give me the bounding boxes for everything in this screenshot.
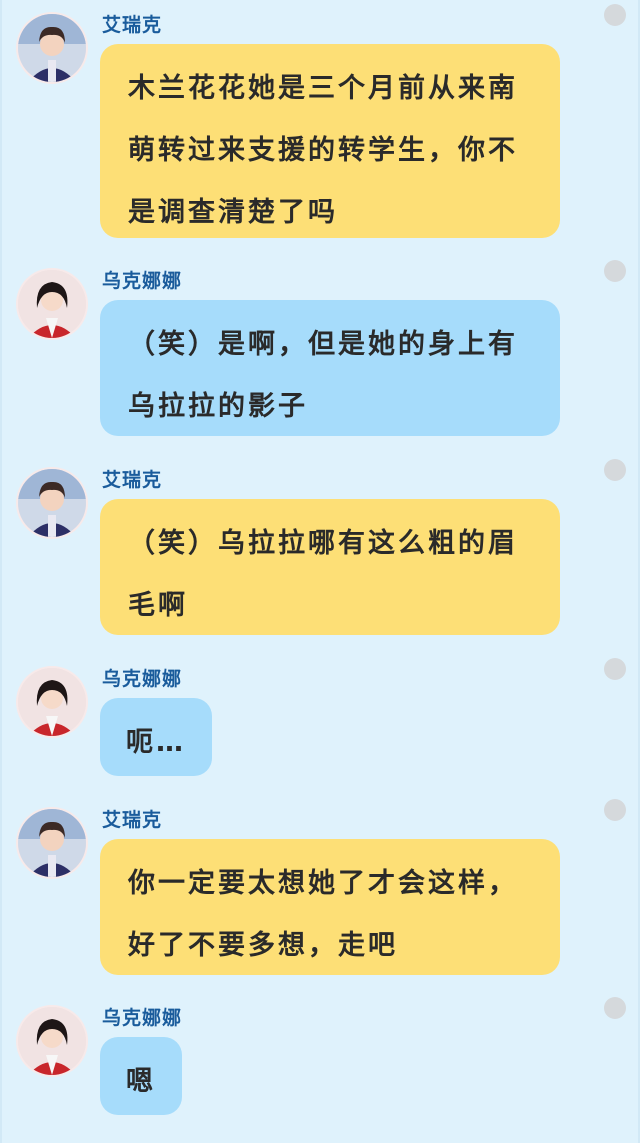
chat-message: 艾瑞克 木兰花花她是三个月前从来南萌转过来支援的转学生，你不是调查清楚了吗 xyxy=(0,0,640,250)
message-status-dot xyxy=(604,658,626,680)
message-bubble: 木兰花花她是三个月前从来南萌转过来支援的转学生，你不是调查清楚了吗 xyxy=(100,44,560,238)
message-status-dot xyxy=(604,260,626,282)
message-bubble: 你一定要太想她了才会这样，好了不要多想，走吧 xyxy=(100,839,560,975)
sender-name: 乌克娜娜 xyxy=(102,668,183,690)
chat-message: 乌克娜娜 （笑）是啊，但是她的身上有乌拉拉的影子 xyxy=(0,256,640,446)
message-bubble: （笑）是啊，但是她的身上有乌拉拉的影子 xyxy=(100,300,560,436)
avatar[interactable] xyxy=(18,1007,86,1075)
message-status-dot xyxy=(604,459,626,481)
chat-message: 艾瑞克 你一定要太想她了才会这样，好了不要多想，走吧 xyxy=(0,795,640,985)
message-status-dot xyxy=(604,997,626,1019)
avatar[interactable] xyxy=(18,270,86,338)
message-status-dot xyxy=(604,799,626,821)
chat-message: 艾瑞克 （笑）乌拉拉哪有这么粗的眉毛啊 xyxy=(0,455,640,645)
chat-message: 乌克娜娜 嗯 xyxy=(0,993,640,1133)
avatar[interactable] xyxy=(18,469,86,537)
message-bubble: （笑）乌拉拉哪有这么粗的眉毛啊 xyxy=(100,499,560,635)
message-bubble: 呃… xyxy=(100,698,212,776)
sender-name: 艾瑞克 xyxy=(102,14,163,36)
chat-message: 乌克娜娜 呃… xyxy=(0,654,640,784)
sender-name: 乌克娜娜 xyxy=(102,270,183,292)
message-bubble: 嗯 xyxy=(100,1037,182,1115)
avatar[interactable] xyxy=(18,809,86,877)
avatar[interactable] xyxy=(18,668,86,736)
avatar[interactable] xyxy=(18,14,86,82)
sender-name: 乌克娜娜 xyxy=(102,1007,183,1029)
sender-name: 艾瑞克 xyxy=(102,469,163,491)
sender-name: 艾瑞克 xyxy=(102,809,163,831)
message-status-dot xyxy=(604,4,626,26)
